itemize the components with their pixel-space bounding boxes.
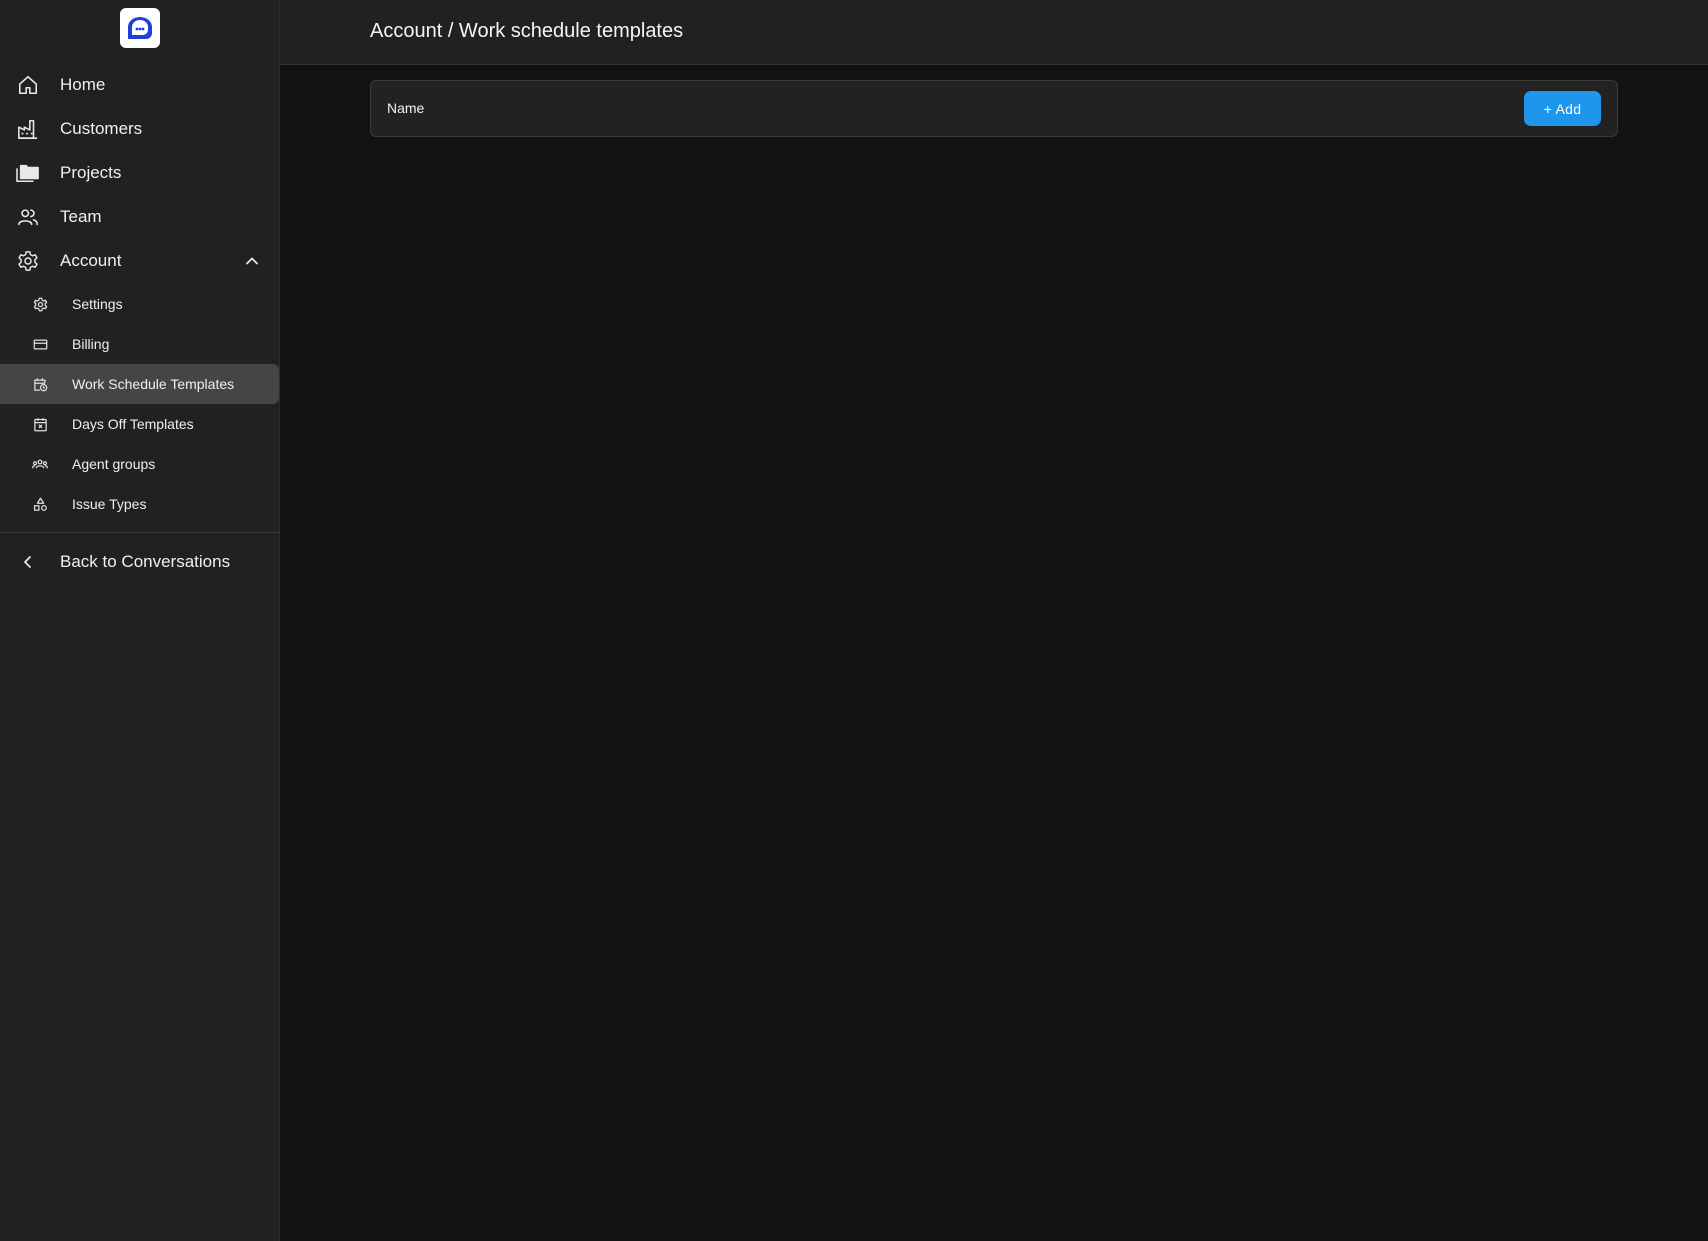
folders-icon — [16, 161, 40, 185]
sidebar-subitem-work-schedule-templates[interactable]: Work Schedule Templates — [0, 364, 279, 404]
sidebar-subitem-label: Work Schedule Templates — [72, 376, 235, 392]
calendar-clock-icon — [32, 376, 48, 392]
card-icon — [32, 336, 48, 352]
settings-icon — [32, 296, 48, 312]
sidebar-item-label: Account — [60, 251, 122, 270]
sidebar-divider — [0, 532, 280, 533]
home-icon — [16, 73, 40, 97]
users-icon — [16, 205, 40, 229]
column-header-name: Name — [387, 100, 425, 116]
chevron-left-icon — [16, 550, 40, 574]
sidebar-item-team[interactable]: Team — [0, 197, 280, 237]
gear-icon — [16, 249, 40, 273]
page-title: Account / Work schedule templates — [370, 20, 684, 42]
sidebar-item-label: Projects — [60, 163, 122, 182]
sidebar-item-label: Home — [60, 75, 106, 94]
sidebar-subitem-label: Issue Types — [72, 496, 147, 512]
sidebar: Home Customers Projects Team Account Set… — [0, 0, 280, 1241]
sidebar-subitem-label: Settings — [72, 296, 123, 312]
sidebar-item-label: Team — [60, 207, 102, 226]
sidebar-subitem-agent-groups[interactable]: Agent groups — [0, 444, 279, 484]
templates-table: Name + Add — [370, 80, 1618, 137]
factory-icon — [16, 117, 40, 141]
sidebar-subitem-label: Agent groups — [72, 456, 156, 472]
chevron-up-icon[interactable] — [244, 253, 260, 269]
sidebar-subitem-settings[interactable]: Settings — [0, 284, 279, 324]
sidebar-subitem-label: Billing — [72, 336, 110, 352]
sidebar-subitem-days-off-templates[interactable]: Days Off Templates — [0, 404, 279, 444]
sidebar-subitem-label: Days Off Templates — [72, 416, 194, 432]
shapes-icon — [32, 496, 48, 512]
sidebar-item-projects[interactable]: Projects — [0, 153, 280, 193]
sidebar-item-customers[interactable]: Customers — [0, 109, 280, 149]
app-logo[interactable] — [120, 8, 160, 48]
sidebar-item-account[interactable]: Account — [0, 241, 280, 281]
sidebar-subitem-billing[interactable]: Billing — [0, 324, 279, 364]
chat-bubble-logo-icon — [128, 17, 152, 39]
sidebar-item-home[interactable]: Home — [0, 65, 280, 105]
sidebar-item-label: Customers — [60, 119, 143, 138]
back-to-conversations-link[interactable]: Back to Conversations — [0, 542, 280, 582]
calendar-x-icon — [32, 416, 48, 432]
group-icon — [32, 456, 48, 472]
top-bar: Account / Work schedule templates — [280, 0, 1708, 65]
sidebar-subitem-issue-types[interactable]: Issue Types — [0, 484, 279, 524]
add-button[interactable]: + Add — [1524, 91, 1601, 126]
back-link-label: Back to Conversations — [60, 552, 231, 571]
